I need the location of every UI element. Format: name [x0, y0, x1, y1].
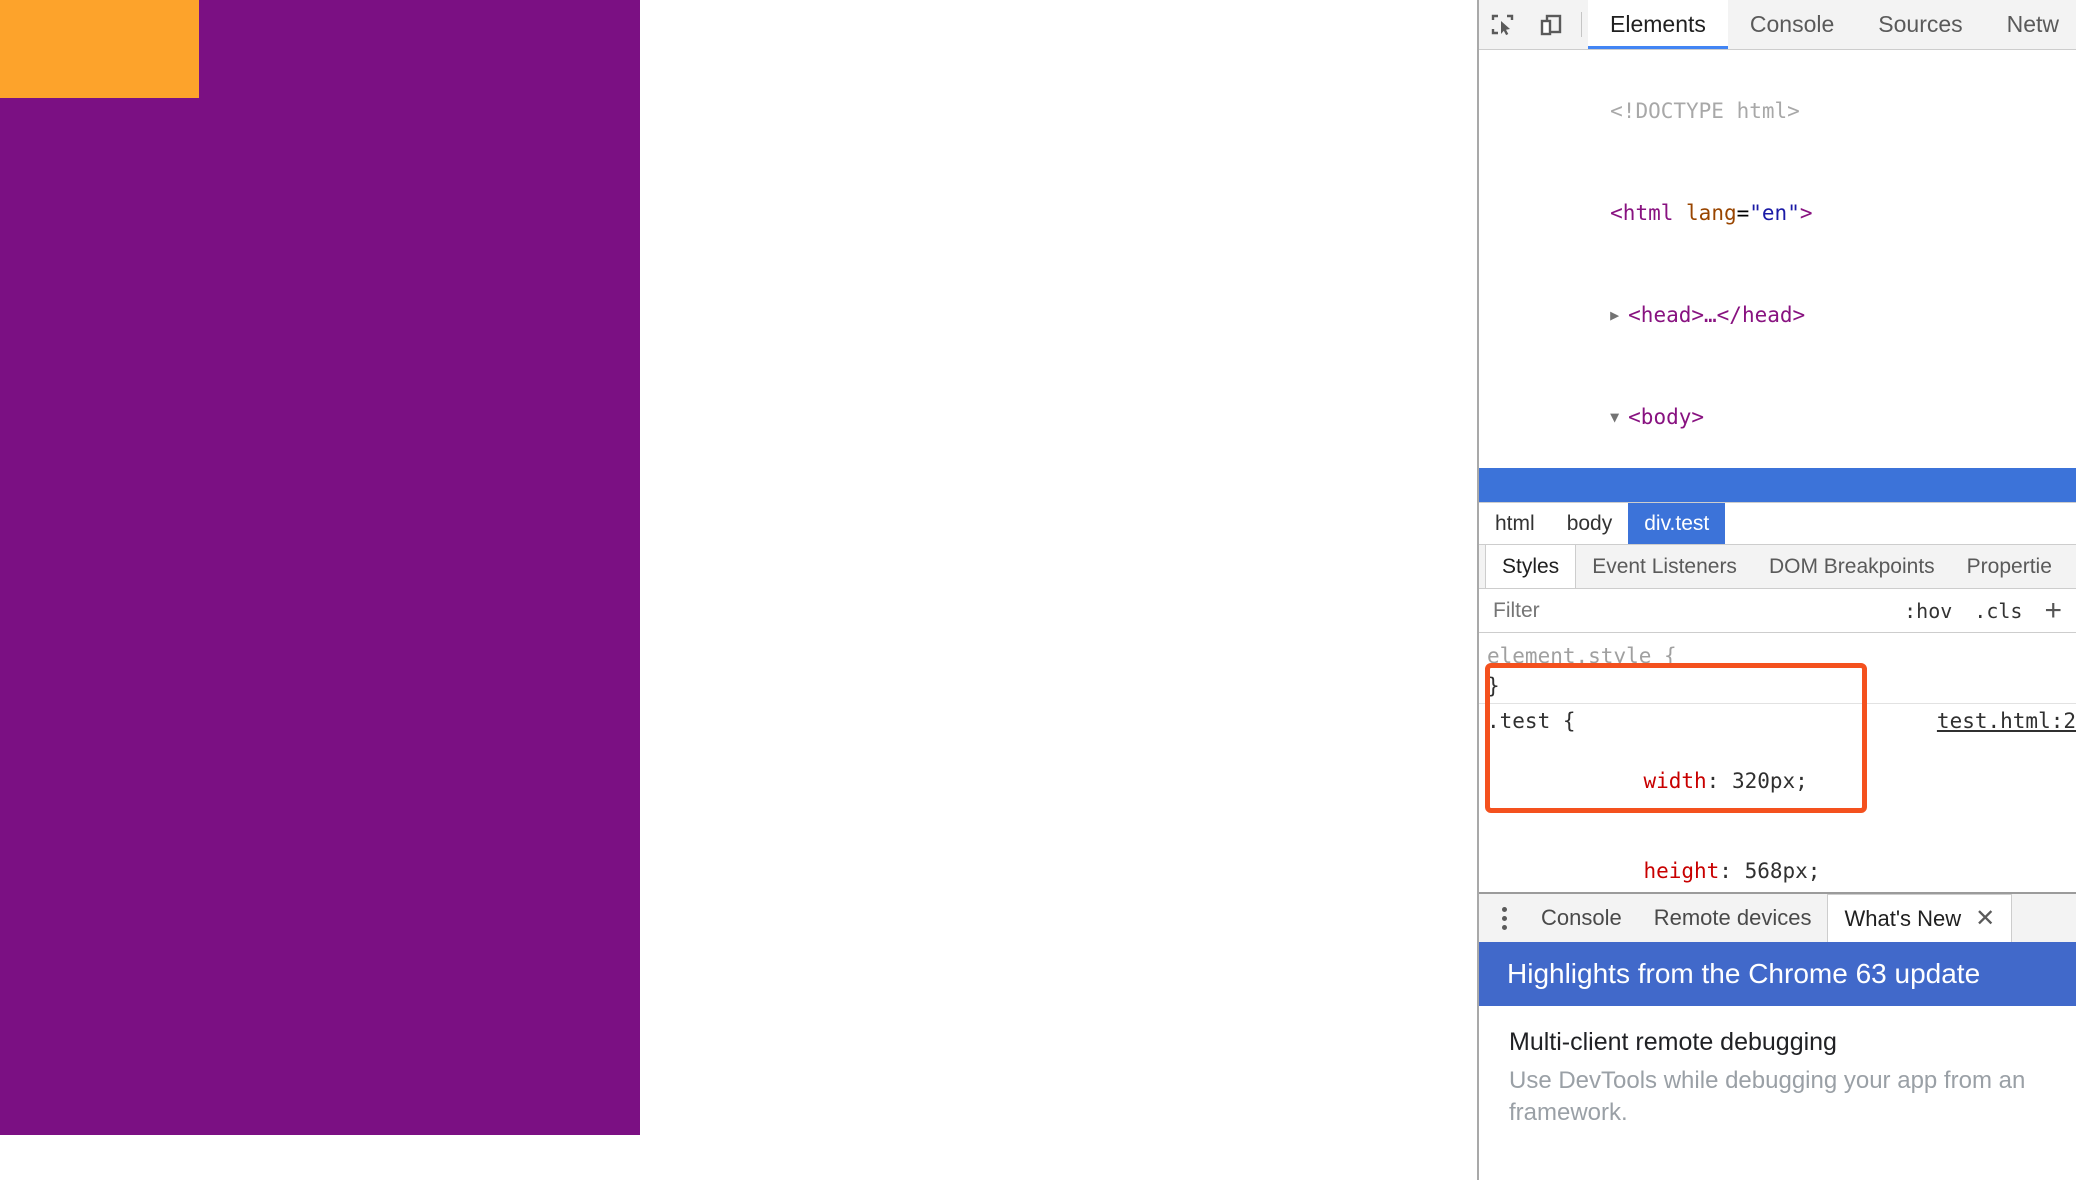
more-options-icon[interactable] — [1483, 894, 1525, 942]
tab-network[interactable]: Netw — [1985, 0, 2076, 49]
dom-line-body[interactable]: ▼<body> — [1479, 366, 2076, 468]
tab-event-listeners[interactable]: Event Listeners — [1576, 545, 1753, 588]
drawer-tab-whats-new[interactable]: What's New ✕ — [1827, 894, 2012, 942]
rule-test-class[interactable]: test.html:2 .test { width: 320px; height… — [1479, 703, 2076, 892]
breadcrumb-div-test[interactable]: div.test — [1628, 503, 1725, 544]
devtools-main-tabs: Elements Console Sources Netw — [1588, 0, 2076, 49]
breadcrumb-html[interactable]: html — [1479, 503, 1551, 544]
tab-elements[interactable]: Elements — [1588, 0, 1728, 49]
new-style-rule-button[interactable]: + — [2044, 596, 2062, 626]
dom-line-html-open[interactable]: <html lang="en"> — [1479, 162, 2076, 264]
tab-sources[interactable]: Sources — [1856, 0, 1984, 49]
element-style-selector: element.style { — [1487, 641, 2076, 671]
hov-toggle-button[interactable]: :hov — [1904, 599, 1952, 623]
orange-overlay-box — [0, 0, 199, 98]
devtools-toolbar: Elements Console Sources Netw — [1479, 0, 2076, 50]
styles-pane: element.style { } test.html:2 .test { wi… — [1479, 633, 2076, 892]
tab-styles[interactable]: Styles — [1485, 545, 1576, 588]
whats-new-item-title: Multi-client remote debugging — [1509, 1028, 2046, 1057]
dom-line-head[interactable]: ▶<head>…</head> — [1479, 264, 2076, 366]
element-style-close: } — [1487, 671, 2076, 701]
drawer-tab-console[interactable]: Console — [1525, 894, 1638, 942]
drawer-tab-remote-devices[interactable]: Remote devices — [1638, 894, 1828, 942]
breadcrumb: html body div.test — [1479, 503, 2076, 545]
dom-line-doctype[interactable]: <!DOCTYPE html> — [1479, 60, 2076, 162]
devtools-panel: Elements Console Sources Netw <!DOCTYPE … — [1477, 0, 2076, 1180]
breadcrumb-body[interactable]: body — [1551, 503, 1629, 544]
filter-input[interactable] — [1493, 599, 1882, 623]
styles-filter-bar: :hov .cls + — [1479, 589, 2076, 633]
inspect-element-icon[interactable] — [1479, 0, 1527, 49]
toolbar-divider — [1581, 12, 1582, 37]
tab-console[interactable]: Console — [1728, 0, 1856, 49]
whats-new-body: Multi-client remote debugging Use DevToo… — [1479, 1006, 2076, 1129]
device-toolbar-icon[interactable] — [1527, 0, 1575, 49]
declaration-height[interactable]: height: 568px; — [1487, 826, 2076, 892]
whats-new-item-description: Use DevTools while debugging your app fr… — [1509, 1065, 2076, 1129]
style-source-link[interactable]: test.html:2 — [1937, 706, 2076, 736]
cls-toggle-button[interactable]: .cls — [1974, 599, 2022, 623]
dom-line-div-test-selected[interactable]: ...▶<div class="test">…</div> == $0 — [1479, 468, 2076, 503]
whats-new-banner: Highlights from the Chrome 63 update — [1479, 942, 2076, 1006]
rule-element-style[interactable]: element.style { } — [1479, 639, 2076, 703]
declaration-width[interactable]: width: 320px; — [1487, 736, 2076, 826]
page-viewport — [0, 0, 1477, 1180]
close-icon[interactable]: ✕ — [1975, 904, 1995, 933]
drawer-tabs: Console Remote devices What's New ✕ — [1479, 894, 2076, 942]
chevron-right-icon[interactable]: ▶ — [1610, 298, 1628, 332]
drawer-tab-whats-new-label: What's New — [1844, 906, 1961, 932]
chevron-down-icon[interactable]: ▼ — [1610, 400, 1628, 434]
dom-tree[interactable]: <!DOCTYPE html> <html lang="en"> ▶<head>… — [1479, 50, 2076, 503]
devtools-drawer: Console Remote devices What's New ✕ High… — [1479, 892, 2076, 1180]
screen: Elements Console Sources Netw <!DOCTYPE … — [0, 0, 2076, 1180]
purple-test-div — [0, 0, 640, 1135]
tab-properties[interactable]: Propertie — [1951, 545, 2068, 588]
tab-dom-breakpoints[interactable]: DOM Breakpoints — [1753, 545, 1951, 588]
styles-sidebar-tabs: Styles Event Listeners DOM Breakpoints P… — [1479, 545, 2076, 589]
